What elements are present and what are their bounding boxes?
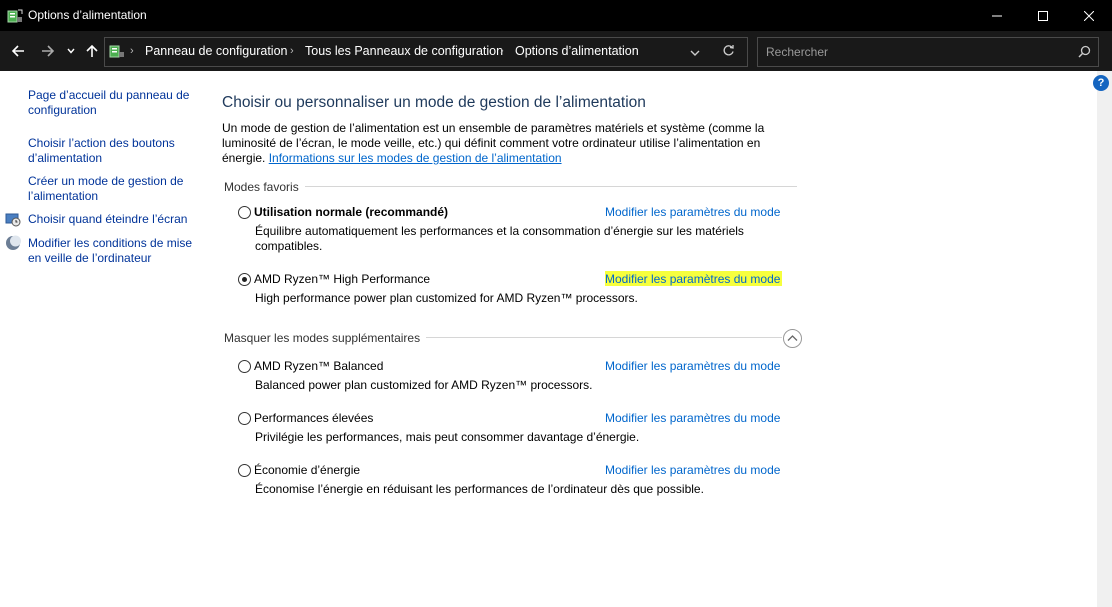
sidebar-item-sleep-settings[interactable]: Modifier les conditions de mise en veill… (28, 236, 203, 266)
moon-icon (6, 235, 21, 250)
plan-radio-balanced[interactable] (238, 206, 251, 219)
address-box[interactable]: › Panneau de configuration › Tous les Pa… (104, 37, 748, 67)
title-bar: Options d’alimentation (0, 0, 1112, 31)
back-button[interactable] (8, 39, 28, 63)
maximize-icon (1038, 10, 1048, 21)
close-icon (1084, 10, 1094, 21)
page-title: Choisir ou personnaliser un mode de gest… (222, 94, 646, 111)
plan-radio-high-performance[interactable] (238, 412, 251, 425)
breadcrumb-all-control-panels[interactable]: Tous les Panneaux de configuration (305, 44, 503, 58)
change-plan-link-balanced[interactable]: Modifier les paramètres du mode (605, 205, 780, 219)
vertical-scrollbar[interactable] (1097, 71, 1112, 607)
plan-desc-power-saver: Économise l’énergie en réduisant les per… (255, 482, 704, 496)
help-icon: ? (1097, 77, 1105, 89)
control-panel-icon (109, 45, 124, 58)
address-history-button[interactable] (690, 46, 700, 60)
sidebar-item-power-buttons[interactable]: Choisir l’action des boutons d’alimentat… (28, 136, 203, 166)
plan-name-balanced[interactable]: Utilisation normale (recommandé) (254, 205, 448, 219)
plan-name-amd-high-performance[interactable]: AMD Ryzen™ High Performance (254, 272, 430, 286)
info-link[interactable]: Informations sur les modes de gestion de… (269, 151, 562, 165)
plan-desc-amd-high-performance: High performance power plan customized f… (255, 291, 638, 305)
crumb-separator-icon: › (290, 45, 294, 57)
plan-radio-power-saver[interactable] (238, 464, 251, 477)
refresh-icon (723, 45, 734, 56)
plan-desc-balanced: Équilibre automatiquement les performanc… (255, 224, 744, 253)
chevron-up-icon (787, 335, 798, 341)
plan-radio-amd-balanced[interactable] (238, 360, 251, 373)
plan-name-amd-balanced[interactable]: AMD Ryzen™ Balanced (254, 359, 383, 373)
change-plan-link-power-saver[interactable]: Modifier les paramètres du mode (605, 463, 780, 477)
search-placeholder: Rechercher (766, 45, 829, 59)
extra-plans-label[interactable]: Masquer les modes supplémentaires (224, 331, 427, 345)
forward-button[interactable] (38, 39, 58, 63)
maximize-button[interactable] (1020, 0, 1066, 31)
highlighted-link-text: Modifier les paramètres du mode (605, 271, 783, 286)
arrow-right-icon (42, 45, 55, 57)
chevron-down-icon (67, 48, 75, 54)
power-options-icon (7, 9, 23, 23)
chevron-down-icon (690, 50, 700, 56)
close-button[interactable] (1066, 0, 1112, 31)
minimize-button[interactable] (974, 0, 1020, 31)
radio-selected-dot (242, 277, 247, 282)
change-plan-link-high-performance[interactable]: Modifier les paramètres du mode (605, 411, 780, 425)
crumb-separator-icon: › (130, 45, 134, 57)
sidebar-item-home[interactable]: Page d’accueil du panneau de configurati… (28, 88, 203, 118)
monitor-clock-icon (5, 213, 21, 227)
breadcrumb-power-options[interactable]: Options d’alimentation (515, 44, 639, 58)
plan-name-power-saver[interactable]: Économie d’énergie (254, 463, 360, 477)
favorites-label: Modes favoris (224, 180, 305, 194)
address-toolbar: › Panneau de configuration › Tous les Pa… (0, 31, 1112, 71)
window-title: Options d’alimentation (28, 8, 147, 22)
change-plan-link-amd-balanced[interactable]: Modifier les paramètres du mode (605, 359, 780, 373)
crumb-separator-icon: › (500, 45, 504, 57)
collapse-extra-plans-button[interactable] (783, 329, 802, 348)
sidebar-item-create-plan[interactable]: Créer un mode de gestion de l’alimentati… (28, 174, 203, 204)
page-description: Un mode de gestion de l’alimentation est… (222, 121, 797, 166)
arrow-up-icon (86, 44, 98, 57)
help-button[interactable]: ? (1093, 75, 1109, 91)
plan-desc-amd-balanced: Balanced power plan customized for AMD R… (255, 378, 593, 392)
favorites-divider (224, 186, 797, 187)
arrow-left-icon (11, 45, 24, 57)
change-plan-link-amd-high-performance[interactable]: Modifier les paramètres du mode (605, 271, 783, 286)
breadcrumb-control-panel[interactable]: Panneau de configuration (145, 44, 287, 58)
plan-name-high-performance[interactable]: Performances élevées (254, 411, 373, 425)
minimize-icon (992, 15, 1002, 16)
recent-locations-button[interactable] (64, 39, 78, 63)
refresh-button[interactable] (722, 44, 735, 60)
sidebar-item-display-off[interactable]: Choisir quand éteindre l’écran (28, 212, 203, 227)
search-input[interactable]: Rechercher (757, 37, 1099, 67)
search-icon (1078, 45, 1091, 58)
plan-radio-amd-high-performance[interactable] (238, 273, 251, 286)
plan-desc-high-performance: Privilégie les performances, mais peut c… (255, 430, 640, 444)
up-button[interactable] (83, 39, 101, 63)
